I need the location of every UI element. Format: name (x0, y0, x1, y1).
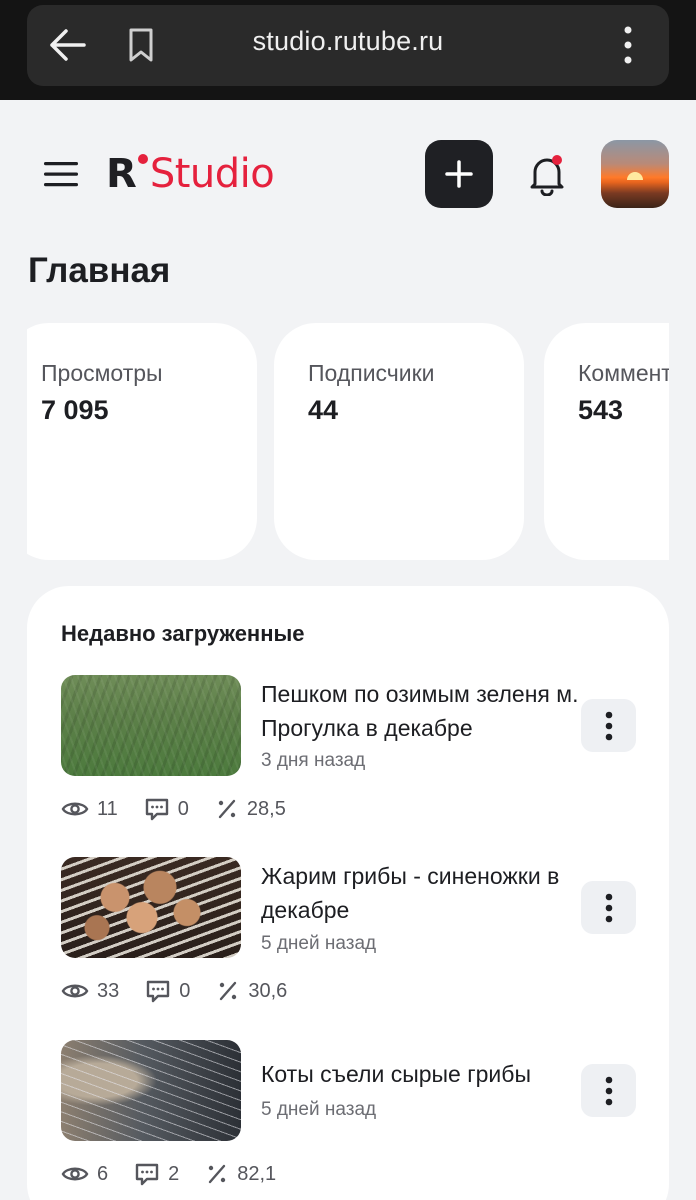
plus-icon (445, 160, 473, 188)
video-more-button[interactable] (581, 1064, 636, 1117)
video-item[interactable]: Жарим грибы - синеножки в декабре 5 дней… (27, 857, 669, 1027)
video-more-button[interactable] (581, 699, 636, 752)
page-title: Главная (28, 251, 171, 290)
stat-card-views[interactable]: Просмотры 7 095 (27, 323, 257, 560)
video-title[interactable]: Коты съели сырые грибы (261, 1057, 581, 1091)
eye-icon (61, 984, 89, 998)
video-metrics: 6 2 82,1 (61, 1160, 302, 1188)
recent-uploads-panel: Недавно загруженные Пешком по озимым зел… (27, 586, 669, 1200)
stat-label: Комментарии (578, 360, 669, 386)
notifications-bell-icon[interactable] (526, 152, 568, 196)
comments-metric: 0 (145, 978, 190, 1004)
stat-label: Подписчики (308, 360, 435, 386)
comments-metric: 2 (134, 1161, 179, 1187)
video-title[interactable]: Пешком по озимым зеленя м. Прогулка в де… (261, 677, 581, 745)
stats-carousel[interactable]: Просмотры 7 095 Подписчики 44 Комментари… (27, 323, 669, 560)
comment-icon (145, 798, 168, 821)
upload-button[interactable] (425, 140, 493, 208)
comments-count: 0 (177, 797, 189, 820)
video-thumbnail[interactable] (61, 675, 241, 776)
percent-icon (209, 1164, 226, 1184)
logo-dot (137, 154, 148, 164)
back-arrow-icon[interactable] (46, 24, 88, 66)
more-vertical-icon (605, 1076, 612, 1105)
views-count: 33 (97, 979, 120, 1002)
browser-bar: studio.rutube.ru (0, 0, 696, 100)
stat-label: Просмотры (41, 360, 163, 386)
video-title[interactable]: Жарим грибы - синеножки в декабре (261, 859, 581, 927)
avatar-sunset-image (627, 172, 643, 180)
eye-icon (61, 802, 89, 816)
video-date: 5 дней назад (261, 933, 377, 954)
video-item[interactable]: Коты съели сырые грибы 5 дней назад 6 2 … (27, 1040, 669, 1200)
ratio-metric: 28,5 (215, 797, 286, 821)
comment-icon (135, 1163, 159, 1186)
views-metric: 33 (61, 980, 119, 1003)
ratio-value: 82,1 (237, 1162, 277, 1185)
comments-count: 0 (179, 979, 191, 1002)
views-metric: 6 (61, 1163, 108, 1186)
video-thumbnail[interactable] (61, 1040, 241, 1141)
logo-word: Studio (149, 151, 275, 197)
stat-card-subscribers[interactable]: Подписчики 44 (274, 323, 524, 560)
user-avatar[interactable] (601, 140, 669, 208)
rutube-studio-logo[interactable]: R Studio (106, 150, 275, 198)
video-metrics: 11 0 28,5 (61, 795, 312, 823)
hamburger-menu-icon[interactable] (42, 158, 80, 190)
stat-value: 7 095 (41, 395, 109, 425)
more-vertical-icon (605, 893, 612, 922)
comments-count: 2 (168, 1162, 180, 1185)
ratio-value: 28,5 (246, 797, 286, 820)
more-vertical-icon (605, 711, 612, 740)
ratio-metric: 30,6 (216, 979, 287, 1003)
browser-menu-icon[interactable] (616, 25, 640, 65)
stat-value: 44 (308, 395, 339, 425)
video-date: 5 дней назад (261, 1099, 377, 1120)
comments-metric: 0 (144, 796, 189, 822)
views-metric: 11 (61, 798, 118, 821)
stat-value: 543 (578, 395, 624, 425)
video-date: 3 дня назад (261, 750, 366, 771)
views-count: 6 (97, 1162, 109, 1185)
ratio-metric: 82,1 (205, 1162, 276, 1186)
eye-icon (61, 1167, 89, 1181)
video-more-button[interactable] (581, 881, 636, 934)
recent-uploads-title: Недавно загруженные (61, 621, 305, 646)
url-text[interactable]: studio.rutube.ru (180, 26, 516, 57)
video-item[interactable]: Пешком по озимым зеленя м. Прогулка в де… (27, 675, 669, 845)
comment-icon (147, 980, 170, 1003)
video-metrics: 33 0 30,6 (61, 977, 313, 1005)
logo-letter: R (106, 151, 137, 197)
percent-icon (218, 799, 236, 819)
video-thumbnail[interactable] (61, 857, 241, 958)
stat-card-comments[interactable]: Комментарии 543 (544, 323, 669, 560)
views-count: 11 (97, 797, 118, 820)
ratio-value: 30,6 (248, 979, 288, 1002)
bookmark-icon[interactable] (126, 27, 156, 63)
percent-icon (220, 981, 237, 1001)
